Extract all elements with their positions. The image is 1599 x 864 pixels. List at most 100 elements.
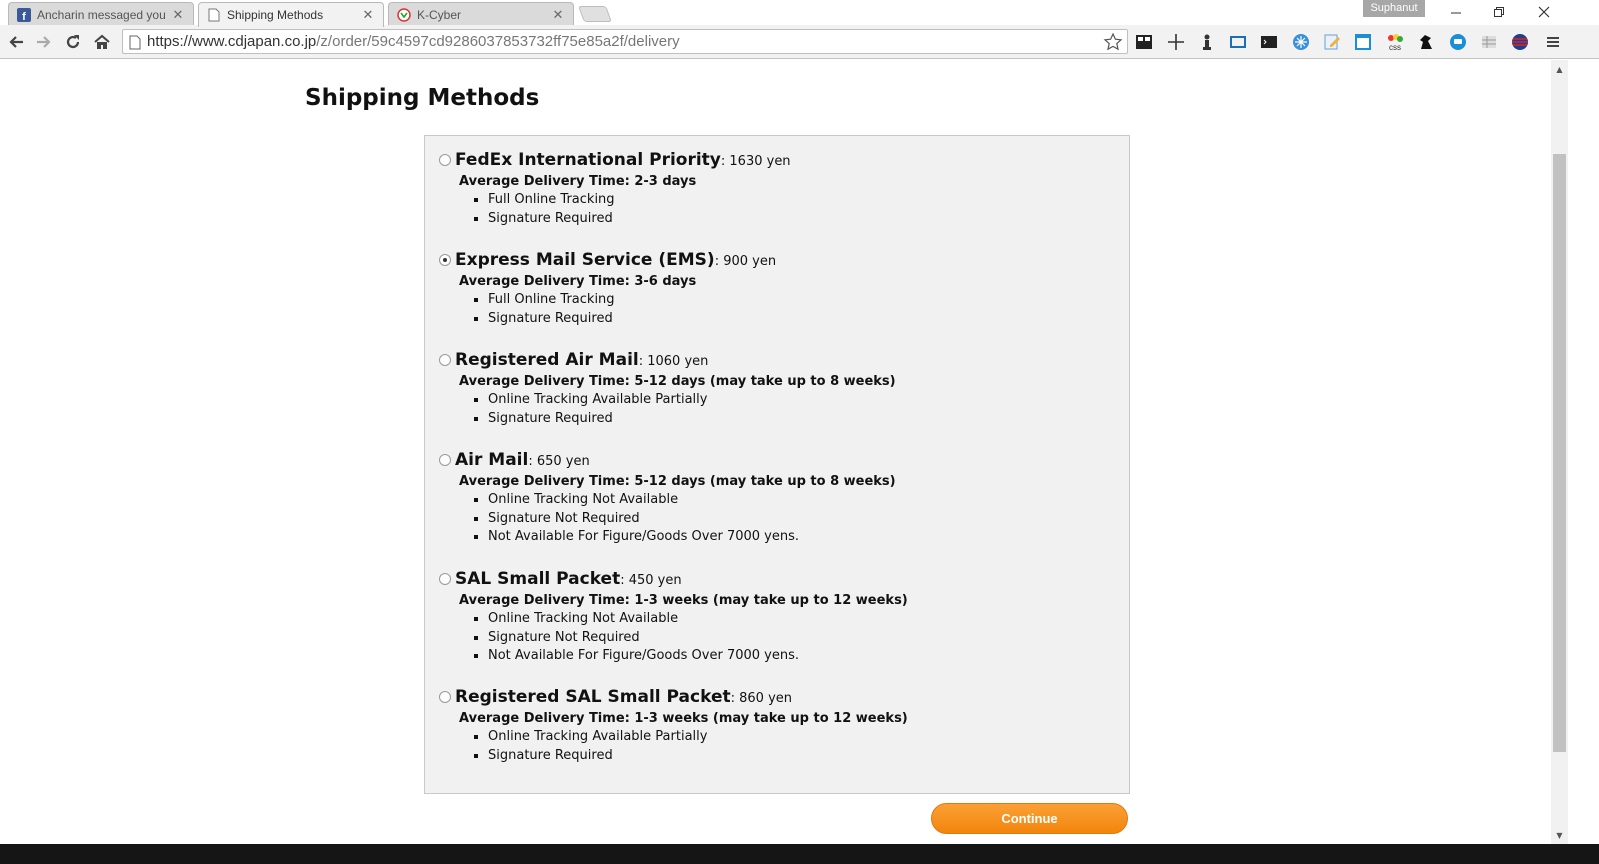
close-window-icon[interactable]: [1522, 0, 1566, 24]
ext-chess-icon[interactable]: [1197, 32, 1217, 52]
method-price: : 1060 yen: [638, 354, 709, 369]
feature-item: Online Tracking Not Available: [488, 610, 908, 629]
method-price: : 650 yen: [528, 454, 590, 469]
feature-item: Online Tracking Not Available: [488, 491, 896, 510]
feature-item: Signature Required: [488, 747, 908, 766]
method-name-text: Registered SAL Small Packet: [455, 687, 731, 707]
method-name: FedEx International Priority: 1630 yen: [455, 150, 791, 170]
ext-screen-icon[interactable]: [1228, 32, 1248, 52]
shipping-method-fedex: FedEx International Priority: 1630 yen A…: [439, 150, 791, 228]
average-delivery-time: Average Delivery Time: 5-12 days (may ta…: [459, 374, 896, 389]
radio-registered-air-mail[interactable]: [439, 354, 451, 366]
average-delivery-time: Average Delivery Time: 1-3 weeks (may ta…: [459, 593, 908, 608]
tab-title: Shipping Methods: [227, 8, 324, 22]
ext-horse-icon[interactable]: [1416, 32, 1436, 52]
method-name-text: Registered Air Mail: [455, 350, 639, 370]
profile-button[interactable]: Suphanut: [1363, 0, 1425, 17]
feature-item: Not Available For Figure/Goods Over 7000…: [488, 528, 896, 547]
feature-list: Full Online Tracking Signature Required: [439, 191, 696, 228]
scroll-up-arrow-icon[interactable]: ▲: [1551, 62, 1568, 76]
menu-icon[interactable]: [1543, 32, 1563, 52]
facebook-icon: f: [17, 7, 31, 22]
shipping-method-air-mail: Air Mail: 650 yen Average Delivery Time:…: [439, 450, 896, 547]
feature-list: Online Tracking Not Available Signature …: [439, 610, 908, 666]
feature-item: Signature Required: [488, 310, 696, 329]
radio-sal-small-packet[interactable]: [439, 573, 451, 585]
address-bar[interactable]: https://www.cdjapan.co.jp/z/order/59c459…: [122, 29, 1128, 54]
feature-item: Signature Required: [488, 210, 696, 229]
method-name-text: Air Mail: [455, 450, 529, 470]
home-icon[interactable]: [90, 30, 114, 54]
radio-ems[interactable]: [439, 254, 451, 266]
method-name: Express Mail Service (EMS): 900 yen: [455, 250, 776, 270]
feature-item: Signature Required: [488, 410, 896, 429]
page-icon: [207, 8, 221, 22]
close-icon[interactable]: ✕: [361, 8, 375, 22]
close-icon[interactable]: ✕: [551, 7, 565, 22]
tab-k-cyber[interactable]: K-Cyber ✕: [388, 2, 574, 26]
minimize-icon[interactable]: [1434, 0, 1478, 24]
ext-edit-icon[interactable]: [1322, 32, 1342, 52]
average-delivery-time: Average Delivery Time: 5-12 days (may ta…: [459, 474, 896, 489]
feature-list: Online Tracking Available Partially Sign…: [439, 728, 908, 765]
tab-title: Ancharin messaged you: [37, 7, 166, 22]
reload-icon[interactable]: [61, 30, 85, 54]
new-tab-button[interactable]: [578, 6, 612, 22]
method-name: Air Mail: 650 yen: [455, 450, 590, 470]
method-name-text: SAL Small Packet: [455, 569, 621, 589]
shipping-method-ems: Express Mail Service (EMS): 900 yen Aver…: [439, 250, 776, 329]
ext-snowflake-icon[interactable]: [1291, 32, 1311, 52]
average-delivery-time: Average Delivery Time: 2-3 days: [459, 174, 697, 189]
ext-flag-icon[interactable]: [1510, 32, 1530, 52]
feature-item: Full Online Tracking: [488, 291, 696, 310]
radio-registered-sal-small-packet[interactable]: [439, 691, 451, 703]
feature-item: Online Tracking Available Partially: [488, 728, 908, 747]
average-delivery-time: Average Delivery Time: 1-3 weeks (may ta…: [459, 711, 908, 726]
url-host: https://www.cdjapan.co.jp: [147, 33, 317, 50]
page-title: Shipping Methods: [305, 85, 540, 111]
method-name-text: Express Mail Service (EMS): [455, 250, 715, 270]
feature-item: Signature Not Required: [488, 629, 908, 648]
continue-button[interactable]: Continue: [931, 803, 1128, 834]
average-delivery-time: Average Delivery Time: 3-6 days: [459, 274, 697, 289]
feature-item: Full Online Tracking: [488, 191, 696, 210]
back-icon[interactable]: [4, 30, 28, 54]
method-price: : 450 yen: [620, 573, 682, 588]
tab-title: K-Cyber: [417, 7, 462, 22]
tab-facebook[interactable]: f Ancharin messaged you ✕: [8, 2, 194, 26]
ext-window-icon[interactable]: [1353, 32, 1373, 52]
radio-fedex[interactable]: [439, 154, 451, 166]
close-icon[interactable]: ✕: [171, 7, 185, 22]
bookmark-star-icon[interactable]: [1103, 32, 1123, 59]
scrollbar-thumb[interactable]: [1553, 154, 1566, 752]
tab-shipping-methods[interactable]: Shipping Methods ✕: [198, 2, 384, 27]
method-price: : 900 yen: [714, 254, 777, 269]
scrollbar[interactable]: ▲ ▼: [1551, 60, 1568, 844]
method-price: : 860 yen: [730, 691, 792, 706]
method-name-text: FedEx International Priority: [455, 150, 721, 170]
method-name: SAL Small Packet: 450 yen: [455, 569, 682, 589]
browser-toolbar: https://www.cdjapan.co.jp/z/order/59c459…: [0, 25, 1599, 59]
method-price: : 1630 yen: [720, 154, 791, 169]
ext-css-icon[interactable]: css: [1385, 32, 1405, 52]
ext-chat-icon[interactable]: [1448, 32, 1468, 52]
ext-reader-icon[interactable]: [1134, 32, 1154, 52]
scroll-down-arrow-icon[interactable]: ▼: [1551, 828, 1568, 842]
url-text: https://www.cdjapan.co.jp/z/order/59c459…: [147, 30, 680, 53]
shipping-method-registered-sal-small-packet: Registered SAL Small Packet: 860 yen Ave…: [439, 687, 908, 765]
page-viewport: Shipping Methods FedEx International Pri…: [0, 60, 1583, 844]
method-name: Registered SAL Small Packet: 860 yen: [455, 687, 792, 707]
ext-ruler-icon[interactable]: [1166, 32, 1186, 52]
ext-terminal-icon[interactable]: [1259, 32, 1279, 52]
radio-air-mail[interactable]: [439, 454, 451, 466]
restore-icon[interactable]: [1477, 0, 1521, 24]
url-path: /z/order/59c4597cd9286037853732ff75e85a2…: [316, 33, 680, 50]
taskbar-edge: [0, 844, 1599, 864]
page-icon: [129, 34, 141, 57]
k-cyber-icon: [397, 7, 411, 22]
svg-text:css: css: [1389, 43, 1401, 52]
ext-grid-icon[interactable]: [1479, 32, 1499, 52]
svg-text:f: f: [22, 11, 26, 22]
forward-icon[interactable]: [32, 30, 56, 54]
shipping-method-registered-air-mail: Registered Air Mail: 1060 yen Average De…: [439, 350, 896, 428]
